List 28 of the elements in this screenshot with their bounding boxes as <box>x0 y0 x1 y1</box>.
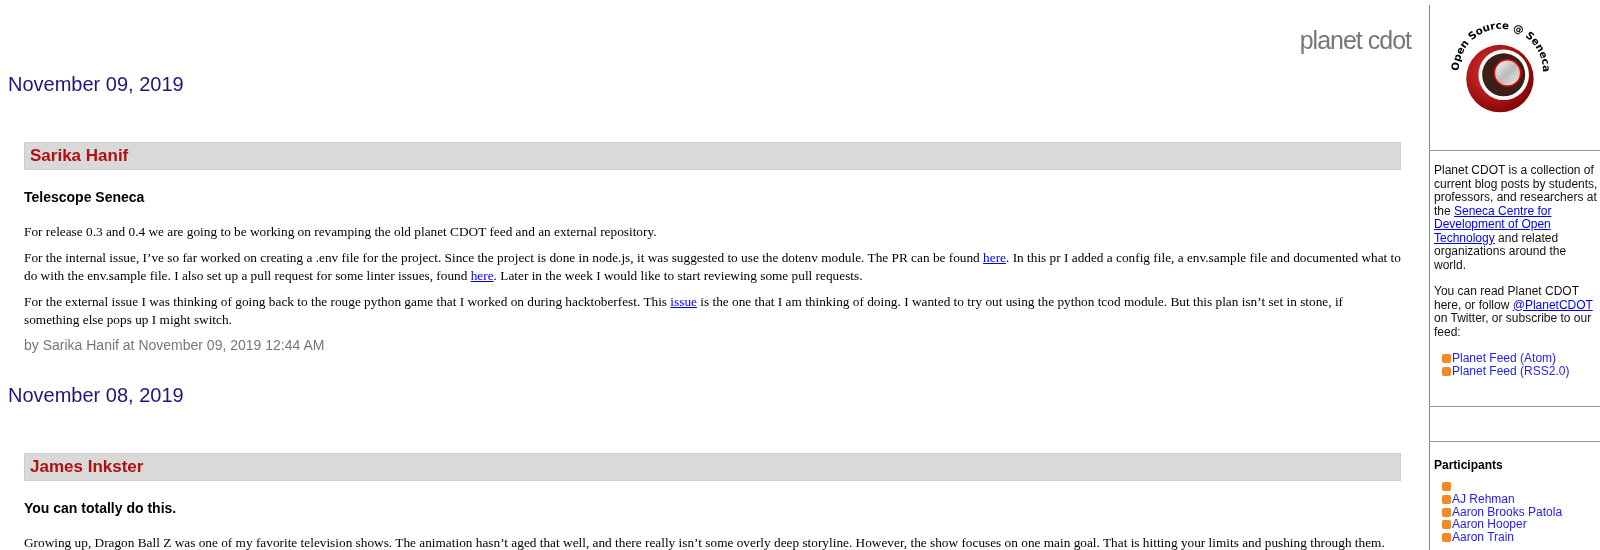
link[interactable]: issue <box>670 294 697 309</box>
participants-heading: Participants <box>1434 458 1504 472</box>
link[interactable]: Seneca Centre for <box>1454 203 1552 218</box>
link[interactable]: here <box>983 250 1006 265</box>
participant-link[interactable]: Aaron Brooks Patola <box>1452 504 1563 519</box>
paragraph: For the internal issue, I’ve so far worked on creating a .env file for the project. Since the project is done in node.js, it was suggested to use the dotenv module. The PR can be found here. In this pr I added a config file, a env.sample file and documented what to do with the env.sample file. I also set up a pull request for some linter issues, found here. Later in the week I would like to start reviewing some pull requests. <box>24 249 1401 285</box>
feed-link[interactable]: Planet Feed (Atom) <box>1452 351 1557 365</box>
link[interactable]: Development of Open <box>1434 217 1551 231</box>
post-title: You can totally do this. <box>24 500 178 516</box>
link[interactable]: here <box>470 268 494 283</box>
author-bar: Sarika Hanif <box>24 142 1401 170</box>
site-description: Planet CDOT is a collection of current blog posts by students, professors, and researchers at the Seneca Centre for Development of Open Technology and related organizations around the world. <box>1434 164 1599 272</box>
paragraph: For release 0.3 and 0.4 we are going to be working on revamping the old planet CDOT feed and an external repository. <box>24 223 658 241</box>
post-title: Telescope Seneca <box>24 189 146 205</box>
follow-text: You can read Planet CDOT here, or follow @PlanetCDOT on Twitter, or subscribe to our feed: <box>1434 285 1594 339</box>
link[interactable]: Technology <box>1434 230 1495 245</box>
participant-link[interactable]: AJ Rehman <box>1452 491 1515 506</box>
date-heading: November 08, 2019 <box>8 384 185 408</box>
participant-link[interactable]: Aaron Hooper <box>1452 517 1527 532</box>
participant-link[interactable]: Aaron Train <box>1452 530 1515 545</box>
paragraph: Growing up, Dragon Ball Z was one of my favorite television shows. The animation hasn’t aged that well, and there really isn’t some overly deep storyline. However, the show focuses on one main goal. That is hitting your limits and pushing through them. <box>24 534 1386 550</box>
paragraph: For the external issue I was thinking of going back to the rouge python game that I worked on during hacktoberfest. This issue is the one that I am thinking of doing. I wanted to try out using the python tcod module. But this plan isn’t set in stone, if something else pops up I might switch. <box>24 293 1345 329</box>
author-bar: James Inkster <box>24 453 1401 481</box>
date-heading: November 09, 2019 <box>8 73 185 97</box>
site-title: planet cdot <box>1298 26 1411 56</box>
link[interactable]: @PlanetCDOT <box>1512 297 1593 312</box>
byline: by Sarika Hanif at November 09, 2019 12:44 AM <box>24 337 326 353</box>
feed-link[interactable]: Planet Feed (RSS2.0) <box>1452 364 1570 378</box>
